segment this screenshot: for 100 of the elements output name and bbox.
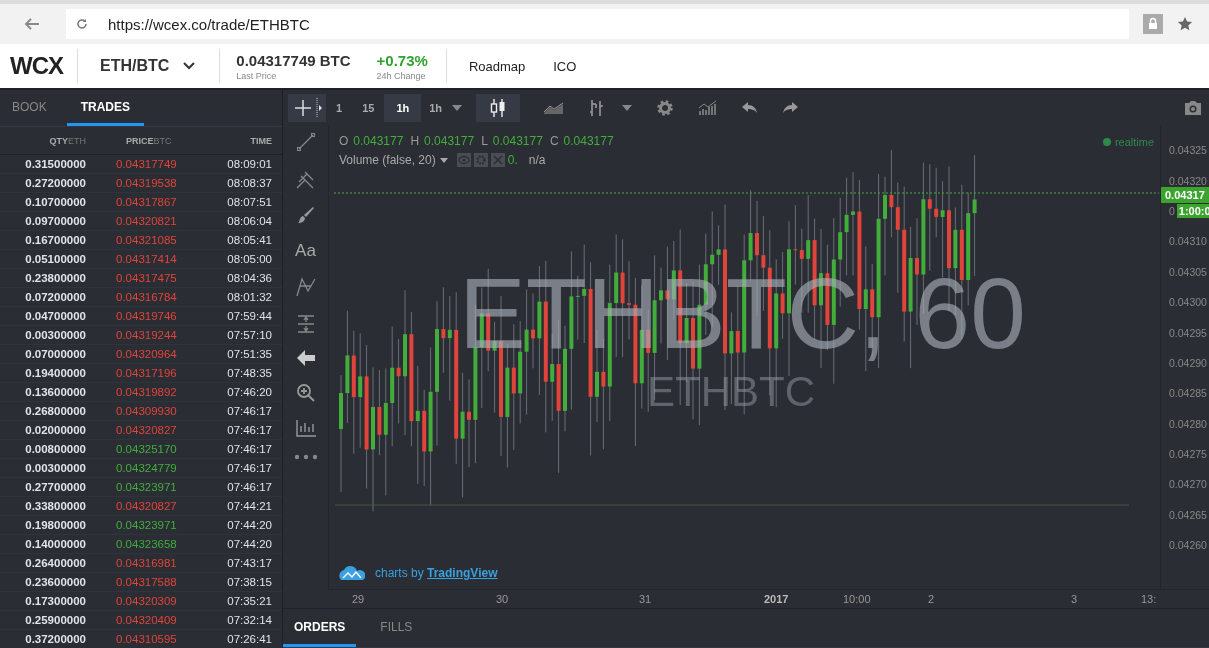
- qty-cell: 0.26800000: [25, 405, 86, 417]
- compare-bars-icon[interactable]: [588, 98, 605, 118]
- candles-style-button[interactable]: [476, 94, 521, 122]
- column-header: PRICEBTC: [125, 135, 172, 146]
- price-cell-text: 0.04319244: [115, 329, 178, 341]
- price-tick: 0.04300: [1169, 296, 1207, 309]
- qty-cell: 0.07000000: [25, 348, 86, 360]
- time-cell: 07:44:20: [227, 519, 272, 531]
- reload-icon[interactable]: [76, 18, 88, 30]
- time-tick: 30: [496, 593, 509, 605]
- nav-link[interactable]: Roadmap: [446, 58, 526, 74]
- nav-link[interactable]: ICO: [525, 58, 577, 74]
- redo-icon[interactable]: [782, 102, 799, 114]
- price-cell-text: 0.04319892: [115, 386, 178, 398]
- qty-cell: 0.27200000: [25, 177, 86, 189]
- volume-reading: n/a: [528, 153, 546, 167]
- price-tick: 0: [1169, 204, 1175, 217]
- path-tool-icon[interactable]: [294, 276, 317, 298]
- tradingview-link[interactable]: TradingView: [427, 566, 498, 580]
- price-tick: 0.04260: [1169, 539, 1207, 552]
- qty-cell: 0.17300000: [25, 595, 86, 607]
- time-cell: 07:26:41: [227, 633, 272, 645]
- text-tool[interactable]: Aa: [295, 240, 316, 261]
- price-cell-text: 0.04317196: [115, 367, 178, 379]
- time-tick: 10:00: [843, 593, 871, 605]
- time-cell: 08:09:01: [227, 158, 272, 170]
- orders-tab[interactable]: ORDERS: [283, 609, 357, 647]
- camera-icon[interactable]: [1183, 100, 1203, 116]
- price-cell-text: 0.04310595: [115, 633, 178, 645]
- time-cell: 07:46:17: [227, 443, 272, 455]
- price-cell-text: 0.04319538: [115, 177, 178, 189]
- back-arrow-icon[interactable]: [24, 18, 40, 30]
- price-tick: 0.04325: [1169, 144, 1207, 157]
- time-cell: 08:07:51: [227, 196, 272, 208]
- indicators-icon[interactable]: [698, 100, 719, 116]
- line-tool-icon[interactable]: [295, 132, 316, 152]
- qty-cell: 0.04700000: [25, 310, 86, 322]
- chevron-icon: [183, 62, 196, 70]
- time-cell: 07:46:20: [227, 386, 272, 398]
- price-cell-text: 0.04317414: [115, 253, 178, 265]
- settings-icon[interactable]: [656, 99, 675, 117]
- undo-icon[interactable]: [742, 102, 759, 114]
- ohlc-label: C: [549, 134, 559, 148]
- price-cell-text: 0.04317749: [115, 158, 178, 170]
- price-tick: 0.04280: [1169, 417, 1207, 430]
- pair-selector[interactable]: ETH/BTC: [78, 57, 220, 75]
- time-cell: 08:04:36: [227, 272, 272, 284]
- crosshair-tool[interactable]: [288, 94, 326, 122]
- qty-cell: 0.00300000: [25, 462, 86, 474]
- price-tick: 0.04295: [1169, 326, 1207, 339]
- qty-cell: 0.05100000: [25, 253, 86, 265]
- interval-dropdown[interactable]: 1h: [421, 94, 473, 122]
- zoom-icon[interactable]: [295, 382, 316, 403]
- qty-cell: 0.09700000: [25, 215, 86, 227]
- change-label: 24h Change: [376, 70, 427, 81]
- price-cell-text: 0.04325170: [115, 443, 178, 455]
- volume-study-menu[interactable]: Volume (false, 20): [339, 153, 448, 167]
- orders-tab[interactable]: FILLS: [369, 609, 424, 647]
- qty-cell: 0.37200000: [25, 633, 86, 645]
- time-cell: 07:32:14: [227, 614, 272, 626]
- panel-tab[interactable]: TRADES: [66, 90, 145, 126]
- interval-button[interactable]: 1h: [384, 94, 422, 122]
- price-change: +0.73%: [376, 51, 428, 69]
- time-tick: 29: [352, 593, 365, 605]
- interval-button[interactable]: 15: [352, 94, 385, 122]
- price-scale-icon[interactable]: [294, 418, 317, 438]
- arrow-left-icon[interactable]: [295, 349, 316, 367]
- qty-cell: 0.23800000: [25, 272, 86, 284]
- qty-cell: 0.19800000: [25, 519, 86, 531]
- interval-button[interactable]: 1: [326, 94, 353, 122]
- watermark-symbol: ETHBTC: [647, 368, 815, 416]
- price-tick: 0.04270: [1169, 478, 1207, 491]
- qty-cell: 0.26400000: [25, 557, 86, 569]
- status-dot-icon: [1102, 138, 1111, 146]
- price-cell-text: 0.04320827: [115, 424, 178, 436]
- price-cell-text: 0.04323971: [115, 481, 178, 493]
- lock-icon[interactable]: [1143, 14, 1163, 34]
- area-chart-icon[interactable]: [544, 102, 565, 114]
- qty-cell: 0.33800000: [25, 500, 86, 512]
- time-cell: 08:08:37: [227, 177, 272, 189]
- brush-icon[interactable]: [295, 205, 316, 225]
- address-bar[interactable]: https://wcex.co/trade/ETHBTC: [66, 9, 1129, 39]
- qty-cell: 0.31500000: [25, 158, 86, 170]
- logo[interactable]: WCX: [0, 52, 77, 80]
- time-cell: 07:46:17: [227, 424, 272, 436]
- caret-icon: [439, 157, 448, 163]
- more-icon[interactable]: [293, 453, 318, 460]
- time-cell: 07:35:21: [227, 595, 272, 607]
- qty-cell: 0.00300000: [25, 329, 86, 341]
- time-cell: 07:46:17: [227, 405, 272, 417]
- panel-tab[interactable]: BOOK: [0, 90, 59, 126]
- price-tick: 0.04275: [1169, 448, 1207, 461]
- ohlc-value: 0.043177: [492, 134, 543, 148]
- caret-icon[interactable]: [622, 105, 633, 111]
- star-icon[interactable]: [1177, 16, 1193, 32]
- measure-icon[interactable]: [295, 313, 316, 334]
- time-tick: 2017: [764, 593, 789, 605]
- time-cell: 07:51:35: [227, 348, 272, 360]
- price-cell-text: 0.04316981: [115, 557, 178, 569]
- qty-cell: 0.02000000: [25, 424, 86, 436]
